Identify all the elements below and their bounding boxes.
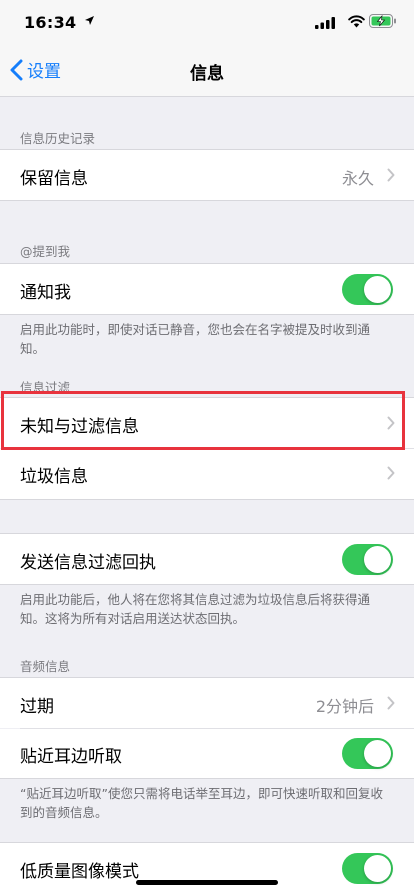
- keep-messages-value: 永久: [341, 169, 374, 188]
- toggle-knob: [364, 276, 391, 303]
- raise-listen-toggle[interactable]: [342, 738, 393, 769]
- toggle-knob: [364, 546, 391, 573]
- battery-charging-icon: [369, 14, 396, 28]
- raise-listen-label: 贴近耳边听取: [20, 747, 122, 767]
- signal-icon: [315, 17, 335, 29]
- highlight-box: [1, 391, 405, 450]
- expire-value: 2分钟后: [315, 697, 374, 716]
- notify-me-label: 通知我: [20, 283, 71, 303]
- section-header-audio: 音频信息: [20, 659, 71, 674]
- notify-me-footer: 启用此功能时，即使对话已静音，您也会在名字被提及时收到通知。: [20, 322, 371, 356]
- wifi-icon: [348, 15, 365, 28]
- send-receipt-footer: 启用此功能后，他人将在您将其信息过滤为垃圾信息后将获得通知。这将为所有对话启用送…: [20, 592, 371, 626]
- page-title: 信息: [190, 64, 224, 84]
- navigation-bar: 设置 信息: [0, 44, 414, 97]
- low-quality-row: 低质量图像模式: [0, 843, 414, 896]
- home-indicator: [136, 880, 278, 885]
- expire-label: 过期: [20, 697, 54, 717]
- status-bar: 16:34: [0, 0, 414, 44]
- location-arrow-icon: [85, 16, 94, 25]
- junk-row[interactable]: 垃圾信息: [0, 449, 414, 499]
- section-header-mentions: @提到我: [20, 244, 71, 259]
- notify-me-toggle[interactable]: [342, 274, 393, 305]
- divider: [0, 200, 414, 201]
- divider: [0, 584, 414, 585]
- raise-listen-footer: “贴近耳边听取”使您只需将电话举至耳边，即可快速听取和回复收到的音频信息。: [20, 786, 383, 820]
- send-receipt-label: 发送信息过滤回执: [20, 553, 156, 573]
- chevron-right-icon: [387, 696, 395, 710]
- notify-me-row: 通知我: [0, 264, 414, 314]
- chevron-right-icon: [387, 466, 395, 480]
- low-quality-toggle[interactable]: [342, 853, 393, 884]
- send-receipt-row: 发送信息过滤回执: [0, 534, 414, 584]
- raise-listen-row: 贴近耳边听取: [0, 729, 414, 778]
- expire-row[interactable]: 过期 2分钟后: [0, 678, 414, 728]
- status-time: 16:34: [24, 13, 77, 32]
- chevron-right-icon: [387, 168, 395, 182]
- section-header-history: 信息历史记录: [20, 131, 96, 146]
- junk-label: 垃圾信息: [20, 467, 88, 487]
- divider: [0, 778, 414, 779]
- send-receipt-toggle[interactable]: [342, 544, 393, 575]
- toggle-knob: [364, 740, 391, 767]
- divider: [0, 499, 414, 500]
- low-quality-label: 低质量图像模式: [20, 862, 139, 882]
- keep-messages-row[interactable]: 保留信息 永久: [0, 150, 414, 200]
- keep-messages-label: 保留信息: [20, 169, 88, 189]
- divider: [0, 314, 414, 315]
- toggle-knob: [364, 855, 391, 882]
